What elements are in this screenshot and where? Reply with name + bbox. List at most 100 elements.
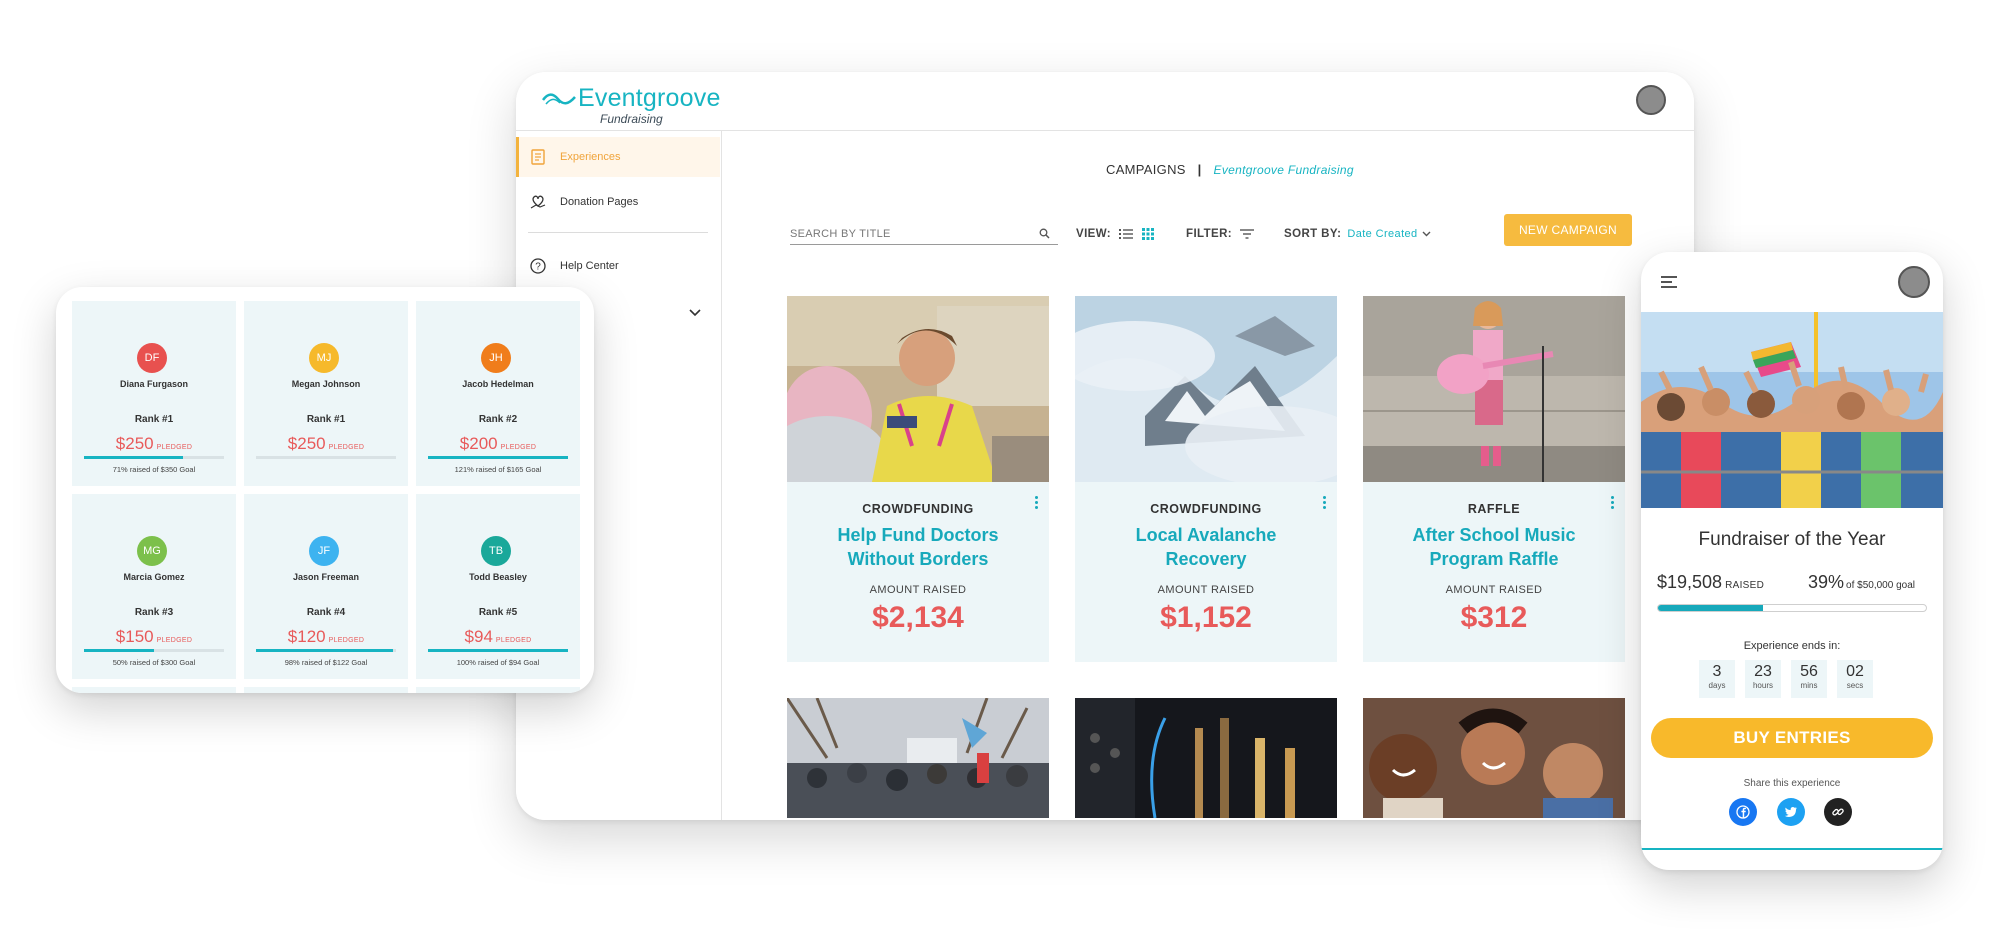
experiences-icon	[530, 149, 546, 165]
fundraiser-card[interactable]: MJ Megan Johnson Rank #1 $250 PLEDGED	[244, 301, 408, 486]
fundraiser-card[interactable]: MG Marcia Gomez Rank #3 $150 PLEDGED 50% rais…	[72, 494, 236, 679]
user-avatar[interactable]	[1636, 85, 1666, 115]
progress-fill	[1658, 605, 1763, 611]
goal-progress-bar	[256, 456, 396, 459]
fundraiser-rank: Rank #1	[306, 414, 346, 425]
bottom-accent-line	[1641, 848, 1943, 850]
countdown-days: 3 days	[1699, 660, 1735, 698]
sort-select[interactable]: Date Created	[1347, 228, 1417, 240]
amount-label: AMOUNT RAISED	[1445, 584, 1543, 596]
goal-progress-bar	[428, 649, 568, 652]
fundraiser-card[interactable]	[416, 687, 580, 693]
svg-text:?: ?	[535, 262, 541, 273]
share-label: Share this experience	[1743, 778, 1841, 789]
raised-label: RAISED	[1725, 580, 1765, 591]
fundraiser-avatar: JH	[481, 343, 511, 373]
campaign-title[interactable]: Local Avalanche Recovery	[1095, 523, 1317, 571]
progress-fill	[428, 649, 568, 652]
pledged-amount: $150 PLEDGED	[115, 627, 193, 646]
donation-icon	[530, 194, 546, 210]
chevron-down-icon[interactable]	[688, 306, 702, 320]
filter-label[interactable]: FILTER:	[1186, 228, 1232, 240]
pledged-amount: $250 PLEDGED	[287, 434, 365, 453]
chevron-down-icon[interactable]	[1422, 231, 1431, 237]
fundraiser-rank: Rank #1	[134, 414, 174, 425]
top-bar: Eventgroove Fundraising	[516, 72, 1694, 131]
sidebar-item-help-center[interactable]: ? Help Center	[516, 246, 720, 286]
campaign-image-avalanche	[1075, 296, 1337, 482]
help-icon: ?	[530, 258, 546, 274]
campaign-amount: $312	[1460, 601, 1528, 634]
filter-icon[interactable]	[1240, 229, 1255, 239]
campaign-image-doctors	[787, 296, 1049, 482]
sidebar-item-donation-pages[interactable]: Donation Pages	[516, 182, 720, 222]
breadcrumb-separator: |	[1197, 162, 1202, 177]
fundraiser-card[interactable]: TB Todd Beasley Rank #5 $94 PLEDGED 100% rais…	[416, 494, 580, 679]
fundraiser-avatar: TB	[481, 536, 511, 566]
sidebar-item-experiences[interactable]: Experiences	[516, 137, 720, 177]
toolbar: VIEW: FILTER: SORT BY: Date Created	[1076, 226, 1431, 242]
raised-amount: $19,508 RAISED	[1657, 572, 1764, 593]
goal-progress-bar	[84, 649, 224, 652]
twitter-icon[interactable]	[1777, 798, 1805, 826]
campaign-amount: $2,134	[872, 601, 964, 634]
fundraiser-avatar: MG	[137, 536, 167, 566]
search-icon[interactable]	[1039, 228, 1050, 239]
fundraiser-name: Jason Freeman	[292, 572, 360, 582]
fundraiser-rank: Rank #5	[478, 607, 518, 618]
goal-progress-bar	[1657, 604, 1927, 612]
campaign-image-march[interactable]	[787, 698, 1049, 818]
experience-image	[1641, 312, 1943, 508]
raised-value: $19,508	[1657, 572, 1723, 592]
hamburger-menu-icon[interactable]	[1661, 276, 1677, 290]
goal-text: 71% raised of $350 Goal	[112, 465, 196, 474]
goal-text: 98% raised of $122 Goal	[284, 658, 368, 667]
list-view-icon[interactable]	[1119, 228, 1134, 240]
pledged-amount: $200 PLEDGED	[459, 434, 537, 453]
fundraiser-rank: Rank #3	[134, 607, 174, 618]
campaign-image-children[interactable]	[1363, 698, 1625, 818]
link-icon[interactable]	[1824, 798, 1852, 826]
fundraiser-rank: Rank #2	[478, 414, 518, 425]
fundraiser-rank: Rank #4	[306, 607, 346, 618]
experience-title: Fundraiser of the Year	[1698, 529, 1886, 550]
fundraiser-name: Marcia Gomez	[123, 572, 185, 582]
amount-label: AMOUNT RAISED	[1157, 584, 1255, 596]
sort-label: SORT BY:	[1284, 228, 1342, 240]
fundraiser-card[interactable]: JH Jacob Hedelman Rank #2 $200 PLEDGED 121% r…	[416, 301, 580, 486]
search-input[interactable]	[790, 225, 1030, 243]
ends-label: Experience ends in:	[1743, 640, 1841, 652]
new-campaign-button[interactable]: NEW CAMPAIGN	[1504, 214, 1632, 246]
progress-fill	[84, 456, 183, 459]
campaign-type: CROWDFUNDING	[862, 502, 974, 516]
percent-value: 39%	[1808, 572, 1845, 592]
campaign-card[interactable]: CROWDFUNDING Local Avalanche Recovery AM…	[1075, 296, 1337, 662]
sidebar-item-label: Donation Pages	[560, 196, 639, 208]
campaign-image-guitars[interactable]	[1075, 698, 1337, 818]
breadcrumb: CAMPAIGNS | Eventgroove Fundraising	[1106, 162, 1354, 177]
facebook-icon[interactable]	[1729, 798, 1757, 826]
logo-subtitle: Fundraising	[600, 112, 663, 126]
goal-percent: 39% of $50,000 goal	[1808, 572, 1915, 593]
user-avatar[interactable]	[1898, 266, 1930, 298]
campaign-card[interactable]: CROWDFUNDING Help Fund Doctors Without B…	[787, 296, 1049, 662]
fundraiser-card[interactable]	[72, 687, 236, 693]
countdown-hours: 23 hours	[1745, 660, 1781, 698]
grid-view-icon[interactable]	[1142, 228, 1155, 240]
campaign-card[interactable]: RAFFLE After School Music Program Raffle…	[1363, 296, 1625, 662]
goal-label: of $50,000 goal	[1846, 580, 1915, 591]
breadcrumb-section[interactable]: CAMPAIGNS	[1106, 162, 1186, 177]
buy-entries-button[interactable]: BUY ENTRIES	[1651, 718, 1933, 758]
campaign-amount: $1,152	[1160, 601, 1252, 634]
search-box	[790, 225, 1058, 245]
fundraiser-card[interactable]: JF Jason Freeman Rank #4 $120 PLEDGED 98% rai…	[244, 494, 408, 679]
pledged-amount: $94 PLEDGED	[464, 627, 532, 646]
goal-text: 121% raised of $165 Goal	[454, 465, 542, 474]
view-label: VIEW:	[1076, 228, 1112, 240]
fundraiser-card[interactable]: DF Diana Furgason Rank #1 $250 PLEDGED 71% ra…	[72, 301, 236, 486]
sidebar-divider	[528, 232, 708, 233]
fundraiser-card[interactable]	[244, 687, 408, 693]
campaign-title[interactable]: After School Music Program Raffle	[1383, 523, 1605, 571]
countdown-secs: 02 secs	[1837, 660, 1873, 698]
campaign-title[interactable]: Help Fund Doctors Without Borders	[807, 523, 1029, 571]
